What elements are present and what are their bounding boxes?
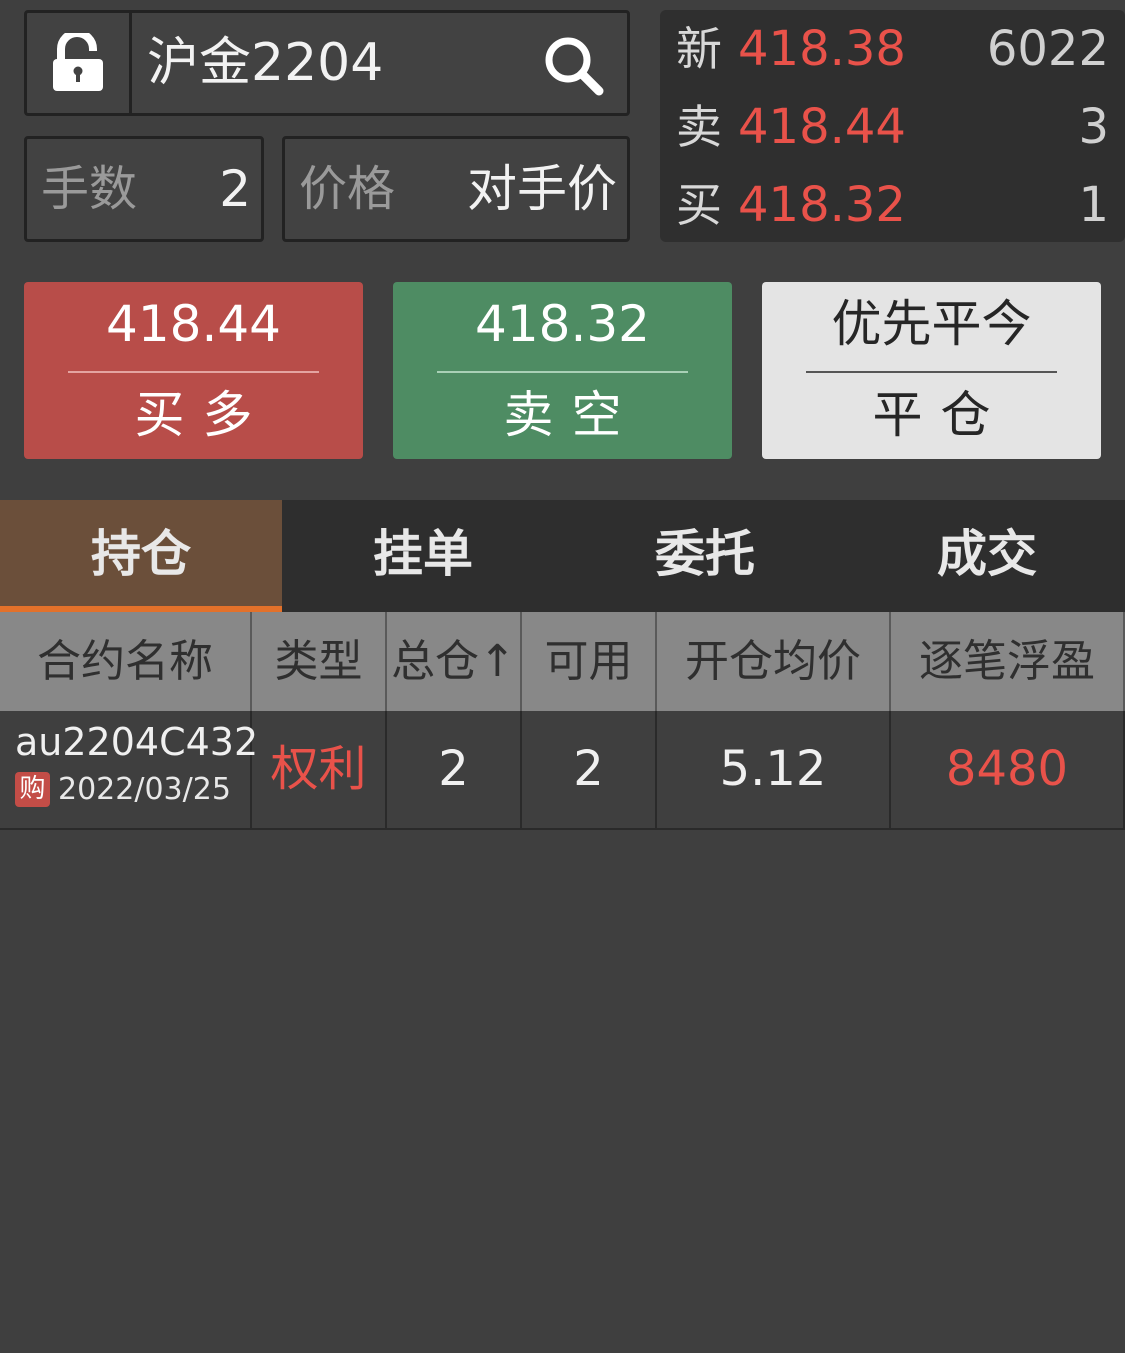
column-header-type[interactable]: 类型 [252, 612, 387, 711]
cell-type: 权利 [252, 711, 387, 828]
contract-date: 2022/03/25 [58, 772, 231, 807]
call-badge: 购 [15, 772, 50, 807]
quote-row-last: 新 418.38 6022 [660, 10, 1125, 88]
search-icon[interactable] [543, 35, 605, 97]
unlocked-padlock-icon [53, 33, 103, 91]
close-mode: 优先平今 [831, 295, 1032, 353]
quote-panel: 新 418.38 6022 卖 418.44 3 买 418.32 1 [660, 10, 1125, 242]
quantity-field[interactable]: 手数 2 [24, 136, 264, 242]
sell-short-button[interactable]: 418.32 卖空 [393, 282, 732, 459]
close-position-button[interactable]: 优先平今 平仓 [762, 282, 1101, 459]
quantity-value[interactable]: 2 [219, 139, 251, 239]
quote-price: 418.32 [738, 177, 906, 233]
column-header-pnl[interactable]: 逐笔浮盈 [891, 612, 1125, 711]
price-field[interactable]: 价格 对手价 [282, 136, 630, 242]
tab-pending-orders[interactable]: 挂单 [282, 500, 564, 612]
cell-total: 2 [387, 711, 522, 828]
tab-bar: 持仓 挂单 委托 成交 [0, 500, 1125, 612]
quote-row-bid: 买 418.32 1 [660, 166, 1125, 244]
cell-pnl: 8480 [891, 711, 1125, 828]
tab-positions[interactable]: 持仓 [0, 500, 282, 612]
quote-label: 卖 [676, 100, 722, 154]
close-position-label: 平仓 [872, 386, 1009, 444]
buy-price: 418.44 [106, 295, 281, 353]
price-label: 价格 [299, 161, 396, 217]
sell-price: 418.32 [475, 295, 650, 353]
column-header-avg-price[interactable]: 开仓均价 [657, 612, 891, 711]
button-divider [437, 371, 688, 373]
quote-volume: 1 [1078, 177, 1109, 233]
cell-contract: au2204C432 购 2022/03/25 [0, 711, 258, 828]
table-row[interactable]: au2204C432 购 2022/03/25 权利 2 2 5.12 8480 [0, 711, 1125, 830]
quote-label: 新 [676, 22, 722, 76]
column-header-contract[interactable]: 合约名称 [0, 612, 252, 711]
contract-code: au2204C432 [15, 720, 259, 764]
column-header-total[interactable]: 总仓↑ [387, 612, 522, 711]
buy-long-label: 买多 [134, 386, 271, 444]
sell-short-label: 卖空 [503, 386, 640, 444]
quote-price: 418.38 [738, 21, 906, 77]
symbol-search-box[interactable]: 沪金2204 [24, 10, 630, 116]
quote-volume: 3 [1078, 99, 1109, 155]
buy-long-button[interactable]: 418.44 买多 [24, 282, 363, 459]
positions-table-header: 合约名称 类型 总仓↑ 可用 开仓均价 逐笔浮盈 [0, 612, 1125, 711]
quote-price: 418.44 [738, 99, 906, 155]
symbol-input[interactable]: 沪金2204 [147, 13, 383, 113]
tab-trades[interactable]: 成交 [846, 500, 1125, 612]
quantity-label: 手数 [41, 161, 138, 217]
quote-volume: 6022 [986, 21, 1109, 77]
quote-row-ask: 卖 418.44 3 [660, 88, 1125, 166]
price-value[interactable]: 对手价 [467, 139, 617, 239]
lock-toggle-button[interactable] [27, 13, 132, 113]
column-header-available[interactable]: 可用 [522, 612, 657, 711]
button-divider [68, 371, 319, 373]
quote-label: 买 [676, 178, 722, 232]
cell-available: 2 [522, 711, 657, 828]
tab-orders[interactable]: 委托 [564, 500, 846, 612]
button-divider [806, 371, 1057, 373]
cell-avg-price: 5.12 [657, 711, 891, 828]
